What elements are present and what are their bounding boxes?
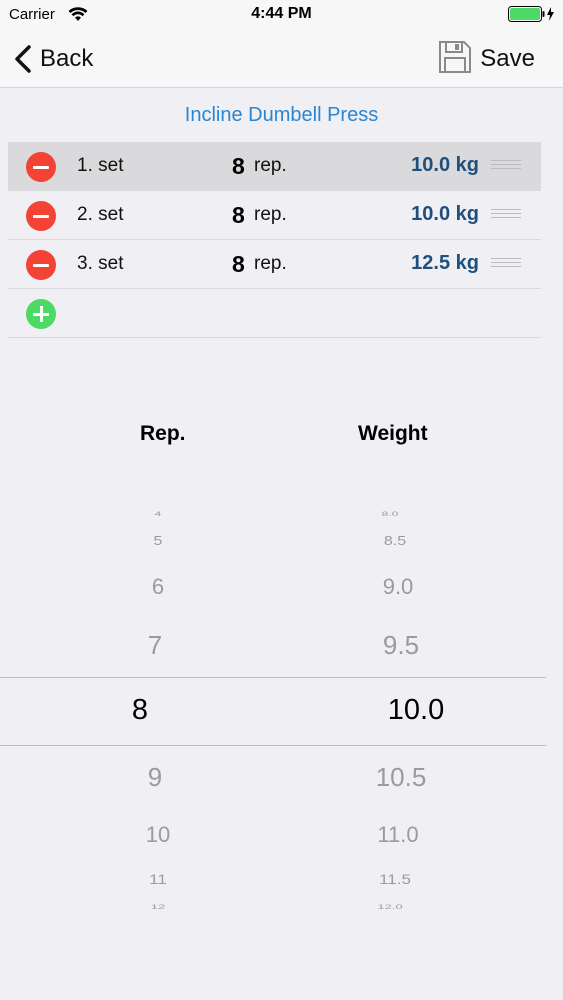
set-row[interactable]: 1. set 8 rep. 10.0 kg: [8, 142, 541, 191]
weight-column-header: Weight: [358, 422, 428, 445]
save-button[interactable]: Save: [438, 40, 535, 78]
save-label: Save: [480, 45, 535, 72]
status-time: 4:44 PM: [251, 5, 312, 22]
remove-set-button[interactable]: [26, 152, 56, 182]
chevron-left-icon: [12, 44, 34, 74]
set-label: 1. set: [77, 155, 124, 176]
add-set-row: [8, 289, 541, 338]
set-weight: 12.5 kg: [411, 252, 479, 274]
picker-option[interactable]: 6: [98, 574, 218, 600]
set-weight: 10.0 kg: [411, 203, 479, 225]
set-rep-unit: rep.: [254, 253, 287, 274]
picker-selected-rep[interactable]: 8: [80, 694, 200, 727]
picker-option[interactable]: 12.0: [330, 903, 450, 911]
rep-column-header: Rep.: [140, 422, 186, 445]
picker-option[interactable]: 9: [95, 762, 215, 793]
navigation-bar: Back Save: [0, 30, 563, 88]
picker-option[interactable]: 9.5: [341, 630, 461, 661]
set-label: 2. set: [77, 204, 124, 225]
picker-selection-bottom-divider: [0, 745, 546, 746]
exercise-title: Incline Dumbell Press: [184, 104, 379, 126]
picker-option[interactable]: 8.5: [335, 535, 455, 549]
set-reps: 8: [232, 251, 245, 277]
back-button[interactable]: Back: [12, 42, 93, 76]
set-rep-unit: rep.: [254, 204, 287, 225]
picker-option[interactable]: 5: [98, 535, 218, 549]
battery-icon: [508, 6, 556, 27]
set-reps: 8: [232, 202, 245, 228]
status-bar: Carrier 4:44 PM: [0, 0, 563, 30]
reorder-handle-icon[interactable]: [491, 160, 521, 172]
picker-option[interactable]: 11.0: [338, 822, 458, 848]
set-row[interactable]: 3. set 8 rep. 12.5 kg: [8, 240, 541, 289]
set-weight: 10.0 kg: [411, 154, 479, 176]
picker-option[interactable]: 8.0: [330, 510, 450, 518]
back-label: Back: [40, 45, 94, 72]
picker-option[interactable]: 10.5: [341, 762, 461, 793]
remove-set-button[interactable]: [26, 201, 56, 231]
add-set-button[interactable]: [26, 299, 56, 329]
reorder-handle-icon[interactable]: [491, 258, 521, 270]
set-label: 3. set: [77, 253, 124, 274]
reorder-handle-icon[interactable]: [491, 209, 521, 221]
set-row[interactable]: 2. set 8 rep. 10.0 kg: [8, 191, 541, 240]
picker-option[interactable]: 9.0: [338, 574, 458, 600]
picker-option[interactable]: 11: [98, 872, 218, 888]
picker-option[interactable]: 12: [98, 903, 218, 911]
picker-selection-top-divider: [0, 677, 546, 678]
picker-option[interactable]: 11.5: [335, 872, 455, 888]
set-reps: 8: [232, 153, 245, 179]
picker-option[interactable]: 4: [98, 510, 218, 518]
set-list: 1. set 8 rep. 10.0 kg 2. set 8 rep. 10.0…: [8, 142, 541, 338]
floppy-disk-icon: [438, 40, 472, 79]
remove-set-button[interactable]: [26, 250, 56, 280]
picker-option[interactable]: 10: [98, 822, 218, 848]
picker-option[interactable]: 7: [95, 630, 215, 661]
set-rep-unit: rep.: [254, 155, 287, 176]
picker-selected-weight[interactable]: 10.0: [356, 694, 476, 727]
